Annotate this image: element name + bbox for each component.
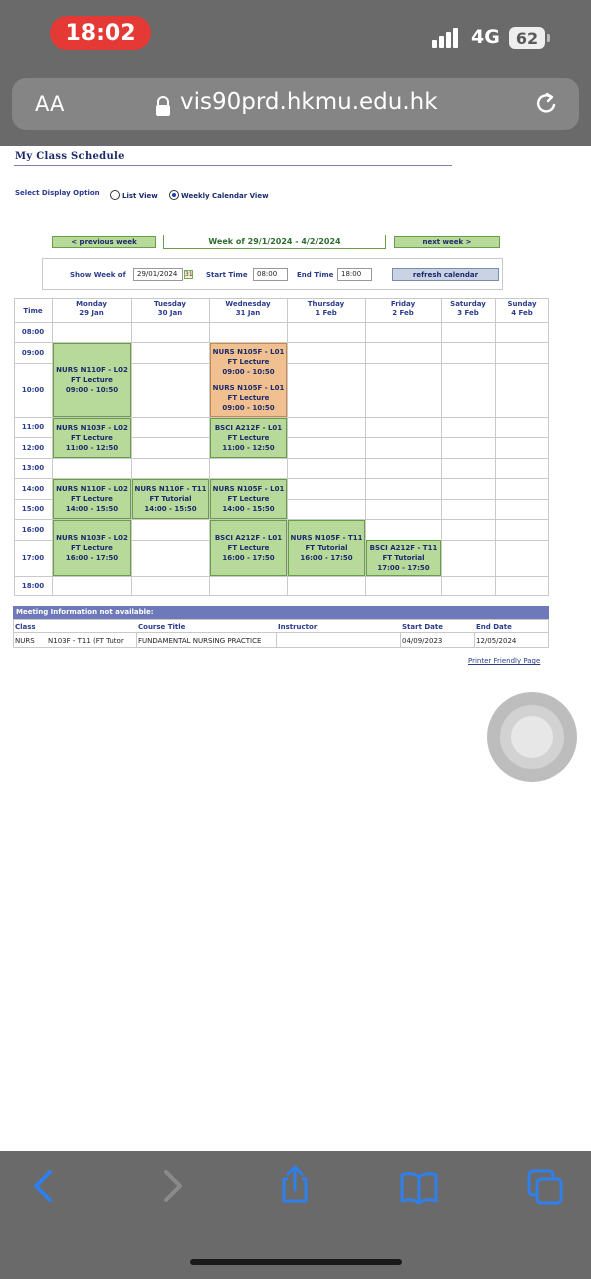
list-view-label[interactable]: List View bbox=[122, 192, 158, 200]
calendar-picker-icon[interactable]: 31 bbox=[184, 270, 193, 279]
grid-line bbox=[441, 298, 442, 596]
battery-nub bbox=[547, 34, 550, 42]
printer-friendly-link[interactable]: Printer Friendly Page bbox=[468, 657, 540, 665]
time-label: 17:00 bbox=[21, 554, 45, 562]
time-label: 11:00 bbox=[21, 423, 45, 431]
bookmarks-icon[interactable] bbox=[399, 1167, 439, 1207]
class-event[interactable]: BSCI A212F - L01 FT Lecture 11:00 - 12:50 bbox=[210, 418, 287, 458]
day-header-friday: Friday 2 Feb bbox=[390, 300, 416, 317]
class-subject: NURS bbox=[15, 637, 35, 645]
end-date: 12/05/2024 bbox=[476, 637, 517, 645]
signal-icon bbox=[432, 26, 464, 48]
page-title: My Class Schedule bbox=[15, 151, 125, 162]
grid-line bbox=[131, 298, 132, 596]
day-header-wednesday: Wednesday 31 Jan bbox=[225, 300, 271, 317]
refresh-calendar-button[interactable]: refresh calendar bbox=[392, 268, 499, 281]
text-size-button[interactable]: AA bbox=[35, 92, 64, 116]
title-divider bbox=[14, 165, 452, 166]
day-header-tuesday: Tuesday 30 Jan bbox=[154, 300, 186, 317]
table-divider bbox=[136, 632, 137, 648]
time-label: 15:00 bbox=[21, 505, 45, 513]
column-header-end-date: End Date bbox=[476, 623, 512, 631]
column-header-instructor: Instructor bbox=[278, 623, 318, 631]
column-header-class: Class bbox=[15, 623, 36, 631]
weekly-view-label[interactable]: Weekly Calendar View bbox=[181, 192, 269, 200]
forward-icon[interactable] bbox=[152, 1166, 192, 1206]
class-event[interactable]: NURS N105F - L01 FT Lecture 14:00 - 15:50 bbox=[210, 479, 287, 519]
class-event[interactable]: NURS N103F - L02 FT Lecture 11:00 - 12:50 bbox=[53, 418, 131, 458]
lock-icon bbox=[156, 96, 170, 116]
network-type: 4G bbox=[471, 26, 500, 48]
start-time-input[interactable]: 08:00 bbox=[253, 268, 288, 281]
next-week-button[interactable]: next week > bbox=[394, 236, 500, 248]
status-time: 18:02 bbox=[50, 16, 151, 50]
back-icon[interactable] bbox=[24, 1166, 64, 1206]
meeting-info-header: Meeting Information not available: bbox=[13, 606, 549, 619]
column-header-course-title: Course Title bbox=[138, 623, 186, 631]
class-event[interactable]: NURS N110F - L02 FT Lecture 09:00 - 10:50 bbox=[53, 343, 131, 417]
home-indicator bbox=[190, 1259, 402, 1265]
display-option-label: Select Display Option bbox=[15, 189, 100, 197]
class-event-conflict[interactable]: NURS N105F - L01 FT Lecture 09:00 - 10:50 … bbox=[210, 343, 287, 417]
course-title: FUNDAMENTAL NURSING PRACTICE bbox=[138, 637, 262, 645]
class-event[interactable]: NURS N110F - T11 FT Tutorial 14:00 - 15:50 bbox=[132, 479, 209, 519]
reload-icon[interactable] bbox=[533, 90, 559, 118]
table-divider bbox=[474, 632, 475, 648]
start-time-label: Start Time bbox=[206, 271, 248, 279]
start-date: 04/09/2023 bbox=[402, 637, 443, 645]
show-week-label: Show Week of bbox=[70, 271, 126, 279]
table-divider bbox=[13, 632, 549, 633]
assistive-touch-core bbox=[511, 716, 553, 758]
time-label: 16:00 bbox=[21, 526, 45, 534]
list-view-radio[interactable] bbox=[110, 190, 120, 200]
weekly-view-radio[interactable] bbox=[169, 190, 179, 200]
grid-line bbox=[14, 322, 549, 323]
day-header-thursday: Thursday 1 Feb bbox=[307, 300, 345, 317]
table-divider bbox=[400, 632, 401, 648]
end-time-label: End Time bbox=[297, 271, 334, 279]
class-event[interactable]: BSCI A212F - L01 FT Lecture 16:00 - 17:50 bbox=[210, 520, 287, 576]
grid-line bbox=[14, 458, 549, 459]
time-label: 13:00 bbox=[21, 464, 45, 472]
battery-icon: 62 bbox=[509, 27, 545, 49]
time-label: 08:00 bbox=[21, 328, 45, 336]
class-event[interactable]: NURS N105F - T11 FT Tutorial 16:00 - 17:50 bbox=[288, 520, 365, 576]
time-label: 10:00 bbox=[21, 386, 45, 394]
class-code: N103F - T11 (FT Tutor bbox=[48, 637, 124, 645]
previous-week-button[interactable]: < previous week bbox=[52, 236, 156, 248]
time-label: 14:00 bbox=[21, 485, 45, 493]
end-time-input[interactable]: 18:00 bbox=[337, 268, 372, 281]
grid-line bbox=[495, 298, 496, 596]
grid-line bbox=[14, 576, 549, 577]
week-range: Week of 29/1/2024 - 4/2/2024 bbox=[163, 235, 386, 249]
class-event[interactable]: BSCI A212F - T11 FT Tutorial 17:00 - 17:50 bbox=[366, 540, 441, 576]
time-header: Time bbox=[23, 307, 43, 315]
table-divider bbox=[276, 632, 277, 648]
day-header-monday: Monday 29 Jan bbox=[76, 300, 107, 317]
time-label: 18:00 bbox=[21, 582, 45, 590]
class-event[interactable]: NURS N103F - L02 FT Lecture 16:00 - 17:50 bbox=[53, 520, 131, 576]
tabs-icon[interactable] bbox=[525, 1167, 565, 1207]
class-event[interactable]: NURS N110F - L02 FT Lecture 14:00 - 15:50 bbox=[53, 479, 131, 519]
share-icon[interactable] bbox=[275, 1164, 315, 1204]
time-label: 12:00 bbox=[21, 444, 45, 452]
day-header-saturday: Saturday 3 Feb bbox=[450, 300, 486, 317]
time-label: 09:00 bbox=[21, 349, 45, 357]
url-text[interactable]: vis90prd.hkmu.edu.hk bbox=[180, 89, 438, 115]
show-week-input[interactable]: 29/01/2024 bbox=[133, 268, 183, 281]
day-header-sunday: Sunday 4 Feb bbox=[507, 300, 537, 317]
column-header-start-date: Start Date bbox=[402, 623, 443, 631]
